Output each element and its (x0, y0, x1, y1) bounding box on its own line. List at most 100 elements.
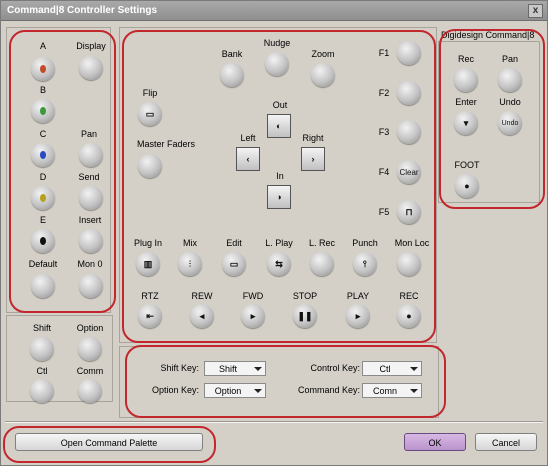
close-button[interactable]: x (528, 4, 543, 18)
button-mon-loc[interactable] (397, 252, 421, 276)
button-comm[interactable] (78, 379, 102, 403)
label-edit: Edit (226, 238, 242, 248)
ok-button[interactable]: OK (404, 433, 466, 451)
label-d-enter: Enter (455, 97, 477, 107)
button-default[interactable] (31, 274, 55, 298)
label-f3: F3 (378, 127, 390, 137)
button-f2[interactable] (397, 81, 421, 105)
moon-out-icon: ◐ (276, 120, 282, 131)
button-ctl[interactable] (30, 379, 54, 403)
button-mix[interactable]: ⫶ (178, 252, 202, 276)
control-key-value: Ctl (379, 364, 391, 374)
label-rew: REW (191, 291, 213, 301)
label-master-faders: Master Faders (136, 139, 196, 149)
button-d-pan[interactable] (498, 68, 522, 92)
label-f5: F5 (378, 207, 390, 217)
label-d-undo: Undo (499, 97, 521, 107)
button-b[interactable] (31, 99, 55, 123)
button-send[interactable] (79, 186, 103, 210)
f4-clear-label: Clear (399, 167, 419, 177)
edit-icon: ▭ (229, 258, 239, 269)
button-l-rec[interactable] (310, 252, 334, 276)
enter-icon: ▾ (463, 117, 469, 128)
button-l-play[interactable]: ⇆ (267, 252, 291, 276)
button-punch[interactable]: ⫯ (353, 252, 377, 276)
chevron-down-icon (410, 367, 418, 371)
button-a[interactable] (31, 57, 55, 81)
label-punch: Punch (352, 238, 378, 248)
label-d-pan: Pan (501, 54, 519, 64)
chevron-down-icon (254, 389, 262, 393)
button-d-undo[interactable]: Undo (498, 111, 522, 135)
button-d[interactable] (31, 186, 55, 210)
command-key-select[interactable]: Comn (362, 383, 422, 398)
label-flip: Flip (142, 88, 158, 98)
button-d-rec[interactable] (454, 68, 478, 92)
button-plug-in[interactable]: ▥ (136, 252, 160, 276)
button-zoom[interactable] (311, 63, 335, 87)
option-key-select[interactable]: Option (204, 383, 266, 398)
button-master-faders[interactable] (138, 154, 162, 178)
button-display[interactable] (79, 56, 103, 80)
button-f1[interactable] (397, 41, 421, 65)
button-bank[interactable] (220, 63, 244, 87)
button-fwd[interactable]: ▸ (241, 304, 265, 328)
label-d-foot: FOOT (454, 160, 480, 170)
button-c[interactable] (31, 143, 55, 167)
label-zoom: Zoom (311, 49, 335, 59)
label-f4: F4 (378, 167, 390, 177)
color-a-icon (40, 65, 46, 73)
button-shift[interactable] (30, 337, 54, 361)
color-c-icon (40, 151, 46, 159)
button-insert[interactable] (79, 229, 103, 253)
chevron-down-icon (410, 389, 418, 393)
button-f4[interactable]: Clear (397, 160, 421, 184)
label-fwd: FWD (242, 291, 264, 301)
button-right[interactable]: › (301, 147, 325, 171)
label-out: Out (272, 100, 288, 110)
foot-icon: ● (464, 180, 470, 191)
button-f5[interactable]: ⊓ (397, 200, 421, 224)
window-title: Command|8 Controller Settings (7, 5, 158, 16)
cancel-button[interactable]: Cancel (475, 433, 537, 451)
label-f1: F1 (378, 48, 390, 58)
button-rtz[interactable]: ⇤ (138, 304, 162, 328)
button-rec[interactable]: ● (397, 304, 421, 328)
play-icon: ▸ (355, 310, 361, 321)
button-edit[interactable]: ▭ (222, 252, 246, 276)
f5-icon: ⊓ (405, 206, 413, 217)
label-comm: Comm (76, 366, 104, 376)
title-bar: Command|8 Controller Settings x (1, 1, 547, 21)
button-out[interactable]: ◐ (267, 114, 291, 138)
button-stop[interactable]: ❚❚ (293, 304, 317, 328)
button-e[interactable] (31, 229, 55, 253)
label-bank: Bank (221, 49, 243, 59)
button-left[interactable]: ‹ (236, 147, 260, 171)
label-stop: STOP (292, 291, 318, 301)
label-l-rec: L. Rec (308, 238, 336, 248)
label-e: E (39, 215, 47, 225)
button-nudge[interactable] (265, 52, 289, 76)
button-flip[interactable]: ▭ (138, 102, 162, 126)
button-rew[interactable]: ◂ (190, 304, 214, 328)
button-d-foot[interactable]: ● (455, 174, 479, 198)
button-d-enter[interactable]: ▾ (454, 111, 478, 135)
label-send: Send (78, 172, 100, 182)
color-b-icon (40, 107, 46, 115)
control-key-select[interactable]: Ctl (362, 361, 422, 376)
button-pan[interactable] (79, 143, 103, 167)
shift-key-select[interactable]: Shift (204, 361, 266, 376)
button-f3[interactable] (397, 120, 421, 144)
label-f2: F2 (378, 88, 390, 98)
button-option[interactable] (78, 337, 102, 361)
button-play[interactable]: ▸ (346, 304, 370, 328)
forward-icon: ▸ (250, 310, 256, 321)
label-pan: Pan (80, 129, 98, 139)
label-plug-in: Plug In (133, 238, 163, 248)
button-in[interactable]: ◑ (267, 185, 291, 209)
loop-play-icon: ⇆ (275, 258, 283, 269)
label-insert: Insert (78, 215, 102, 225)
label-shift: Shift (32, 323, 52, 333)
button-mon0[interactable] (79, 274, 103, 298)
rewind-icon: ◂ (199, 310, 205, 321)
